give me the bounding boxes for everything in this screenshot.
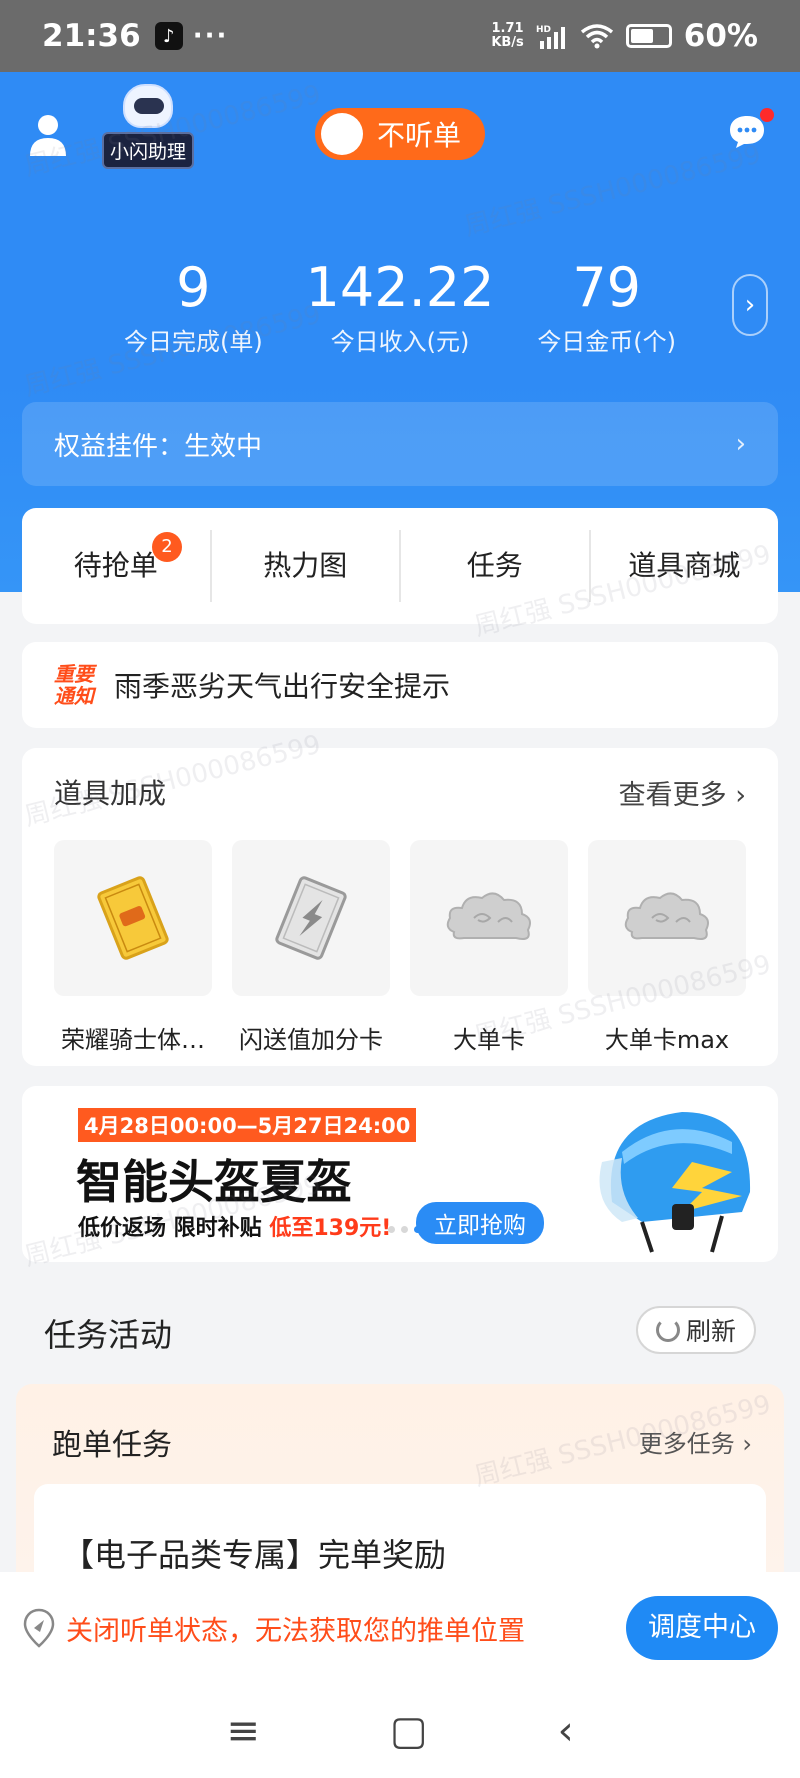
important-notice[interactable]: 重要 通知 雨季恶劣天气出行安全提示 <box>22 642 778 728</box>
status-bar: 21:36 ♪ ··· 1.71 KB/s HD 60% <box>0 0 800 72</box>
menu-icon[interactable]: ≡ <box>226 1708 260 1754</box>
battery-level: 60% <box>683 18 758 54</box>
notice-text: 雨季恶劣天气出行安全提示 <box>114 670 451 703</box>
task-card-title: 跑单任务 <box>52 1428 172 1463</box>
dispatch-center-button[interactable]: 调度中心 <box>626 1596 778 1660</box>
buy-now-button[interactable]: 立即抢购 <box>416 1202 544 1244</box>
stats-more-chevron-icon[interactable]: › <box>732 274 768 336</box>
view-more-link[interactable]: 查看更多 › <box>619 773 746 812</box>
cloud-icon <box>446 892 531 940</box>
stat-value: 79 <box>572 256 642 319</box>
system-navigation-bar: ≡ ▢ ‹ <box>0 1684 800 1778</box>
prop-name: 大单卡max <box>604 1026 730 1054</box>
prop-name: 荣耀骑士体… <box>61 1026 205 1054</box>
tiktok-notification-icon: ♪ <box>154 22 183 50</box>
stat-income[interactable]: 142.22 今日收入(元) <box>297 256 504 366</box>
robot-icon <box>123 84 173 128</box>
back-icon[interactable]: ‹ <box>558 1708 574 1754</box>
prop-item[interactable]: 闪送值加分卡 <box>232 840 390 1055</box>
props-title: 道具加成 <box>54 777 167 810</box>
tab-tasks[interactable]: 任务 <box>399 530 589 602</box>
notice-tag: 重要 通知 <box>54 662 94 708</box>
prop-name: 闪送值加分卡 <box>239 1026 383 1054</box>
helmet-icon <box>599 1112 751 1253</box>
props-bonus-card: 道具加成 查看更多 › 荣耀骑士体… 闪送值加分卡 大单卡 大单卡max <box>22 748 778 1066</box>
pending-count-badge: 2 <box>152 532 182 562</box>
svg-text:HD: HD <box>536 25 551 35</box>
unread-dot <box>760 108 774 122</box>
stat-value: 9 <box>176 256 211 319</box>
promo-title: 智能头盔夏盔 <box>76 1155 352 1209</box>
wifi-icon <box>580 24 613 49</box>
stat-coins[interactable]: 79 今日金币(个) <box>503 256 710 366</box>
more-notifications-icon: ··· <box>192 21 229 51</box>
quick-nav: 待抢单 2 热力图 任务 道具商城 <box>22 508 778 624</box>
message-icon[interactable] <box>728 114 766 150</box>
stat-label: 今日金币(个) <box>537 328 677 356</box>
user-profile-icon[interactable] <box>28 112 68 156</box>
stat-completed[interactable]: 9 今日完成(单) <box>90 256 297 366</box>
network-speed: 1.71 KB/s <box>491 21 524 50</box>
rights-widget-label: 权益挂件：生效中 <box>54 431 263 462</box>
listening-off-message: 关闭听单状态，无法获取您的推单位置 <box>66 1615 525 1647</box>
prop-item[interactable]: 大单卡 <box>410 840 568 1055</box>
prop-item[interactable]: 大单卡max <box>588 840 746 1055</box>
tab-label: 道具商城 <box>628 549 741 582</box>
task-item-title: 【电子品类专属】完单奖励 <box>62 1536 447 1574</box>
battery-icon <box>625 24 672 48</box>
stat-label: 今日完成(单) <box>123 328 263 356</box>
toggle-knob <box>321 113 363 155</box>
prop-name: 大单卡 <box>453 1026 525 1054</box>
rights-widget-bar[interactable]: 权益挂件：生效中 › <box>22 402 778 486</box>
clock: 21:36 <box>42 18 141 54</box>
listen-toggle[interactable]: 不听单 <box>315 108 485 160</box>
listen-toggle-label: 不听单 <box>377 119 462 152</box>
today-stats: 9 今日完成(单) 142.22 今日收入(元) 79 今日金币(个) <box>90 256 710 366</box>
tab-prop-store[interactable]: 道具商城 <box>588 530 779 602</box>
refresh-icon <box>655 1318 680 1342</box>
tab-pending-orders[interactable]: 待抢单 2 <box>22 530 210 602</box>
promo-date: 4月28日00:00—5月27日24:00 <box>78 1108 417 1142</box>
lightning-card-icon <box>275 876 347 960</box>
stat-value: 142.22 <box>305 256 495 319</box>
assistant-label: 小闪助理 <box>101 132 194 169</box>
tab-heatmap[interactable]: 热力图 <box>209 530 400 602</box>
chevron-right-icon: › <box>735 429 746 459</box>
gold-card-icon <box>97 876 169 960</box>
location-icon <box>23 1608 55 1648</box>
more-tasks-link[interactable]: 更多任务 › <box>639 1424 752 1459</box>
tab-label: 待抢单 <box>73 549 158 582</box>
cloud-icon <box>624 892 709 940</box>
carousel-indicator <box>388 1226 434 1233</box>
tab-label: 任务 <box>466 549 523 582</box>
prop-item[interactable]: 荣耀骑士体… <box>54 840 212 1055</box>
signal-icon: HD <box>536 25 565 49</box>
assistant-button[interactable]: 小闪助理 <box>100 84 196 170</box>
tab-label: 热力图 <box>263 549 348 582</box>
home-icon[interactable]: ▢ <box>390 1708 428 1754</box>
stat-label: 今日收入(元) <box>330 328 470 356</box>
listening-status-bar: 关闭听单状态，无法获取您的推单位置 调度中心 <box>0 1572 800 1684</box>
task-activities-title: 任务活动 <box>44 1316 173 1354</box>
helmet-promo-banner[interactable]: 4月28日00:00—5月27日24:00 智能头盔夏盔 低价返场 限时补贴 低… <box>22 1086 778 1262</box>
refresh-button[interactable]: 刷新 <box>636 1306 756 1354</box>
promo-subtitle: 低价返场 限时补贴 低至139元! <box>78 1216 392 1241</box>
